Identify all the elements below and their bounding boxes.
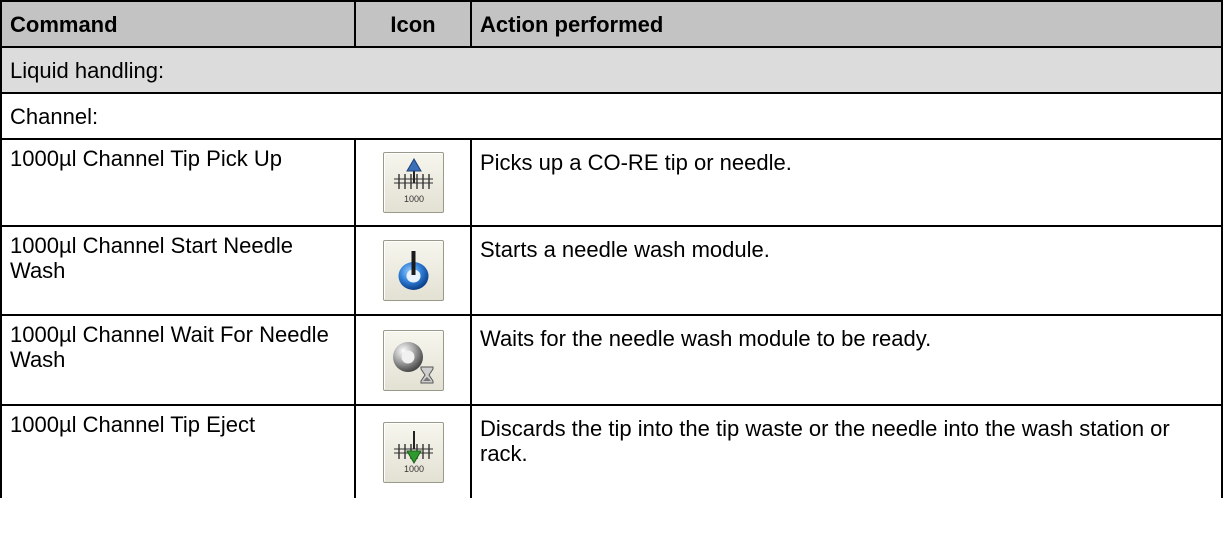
tip-pick-up-icon: 1000 [382,152,444,213]
header-command: Command [0,0,356,48]
action-cell: Waits for the needle wash module to be r… [470,314,1223,406]
table-row: 1000µl Channel Tip Eject 1000 Discards t… [0,404,1223,498]
header-icon: Icon [354,0,472,48]
tip-eject-icon: 1000 [382,421,444,483]
icon-label: 1000 [403,464,423,474]
icon-cell: 1000 [354,138,472,227]
table-row: 1000µl Channel Start Needle Wash Starts … [0,225,1223,316]
subsection-title: Channel: [0,92,1223,140]
subsection-row: Channel: [0,92,1223,140]
command-table: Command Icon Action performed Liquid han… [0,0,1223,498]
command-cell: 1000µl Channel Start Needle Wash [0,225,356,316]
command-cell: 1000µl Channel Wait For Needle Wash [0,314,356,406]
header-row: Command Icon Action performed [0,0,1223,48]
icon-label: 1000 [403,194,423,204]
action-cell: Discards the tip into the tip waste or t… [470,404,1223,498]
section-title: Liquid handling: [0,46,1223,94]
icon-cell: 1000 [354,404,472,498]
table-row: 1000µl Channel Tip Pick Up 1000 Picks up… [0,138,1223,227]
icon-cell [354,314,472,406]
header-action: Action performed [470,0,1223,48]
command-cell: 1000µl Channel Tip Eject [0,404,356,498]
start-needle-wash-icon [382,240,444,301]
action-cell: Starts a needle wash module. [470,225,1223,316]
wait-needle-wash-icon [382,329,444,391]
command-cell: 1000µl Channel Tip Pick Up [0,138,356,227]
icon-cell [354,225,472,316]
action-cell: Picks up a CO-RE tip or needle. [470,138,1223,227]
table-row: 1000µl Channel Wait For Needle Wash Wait… [0,314,1223,406]
section-row: Liquid handling: [0,46,1223,94]
